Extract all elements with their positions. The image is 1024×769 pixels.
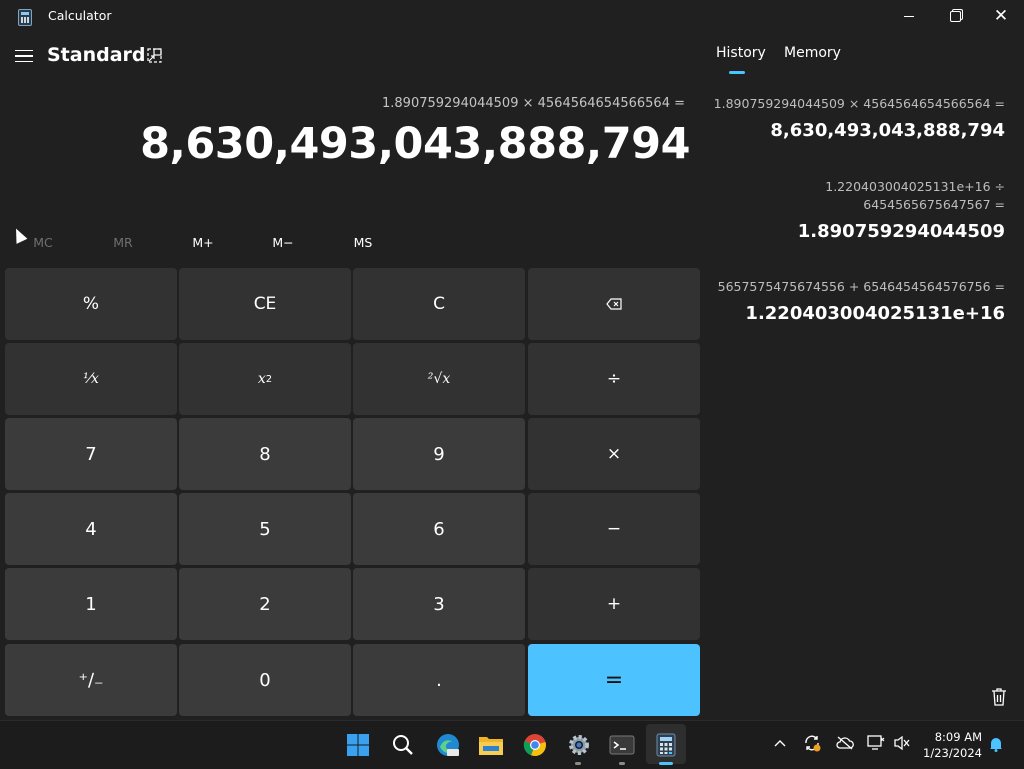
digit-4-button[interactable]: 4 (5, 493, 177, 565)
volume-muted-icon[interactable] (893, 735, 911, 755)
divide-button[interactable]: ÷ (528, 343, 700, 415)
tab-memory[interactable]: Memory (784, 45, 841, 61)
title-bar: Calculator ✕ (0, 0, 1024, 34)
running-indicator-settings (575, 762, 581, 765)
decimal-button[interactable]: . (353, 644, 525, 716)
clear-button[interactable]: C (353, 268, 525, 340)
backspace-icon (606, 298, 622, 310)
window-title: Calculator (48, 8, 112, 23)
memory-store-button[interactable]: MS (323, 232, 403, 254)
file-explorer-icon[interactable] (478, 732, 504, 758)
digit-1-button[interactable]: 1 (5, 568, 177, 640)
windows-start-icon[interactable] (345, 732, 371, 758)
history-item-1-expression[interactable]: 1.890759294044509 × 4564564654566564 = (714, 96, 1005, 111)
plus-button[interactable]: + (528, 568, 700, 640)
navigation-menu-button[interactable] (15, 48, 33, 64)
result-display: 8,630,493,043,888,794 (140, 119, 690, 169)
reciprocal-label: ⅟x (83, 371, 99, 387)
backspace-button[interactable] (528, 268, 700, 340)
digit-0-button[interactable]: 0 (179, 644, 351, 716)
calculator-mode-title: Standard (47, 44, 146, 66)
history-item-3-expression[interactable]: 5657575475674556 + 6546454564576756 = (718, 279, 1005, 294)
notification-bell-icon[interactable] (988, 736, 1004, 756)
digit-9-button[interactable]: 9 (353, 418, 525, 490)
sync-icon[interactable] (803, 734, 821, 756)
equals-button[interactable]: = (528, 644, 700, 716)
square-button[interactable]: x2 (179, 343, 351, 415)
clear-history-trash-icon[interactable] (990, 687, 1008, 707)
expression-display: 1.890759294044509 × 4564564654566564 = (382, 96, 685, 111)
reciprocal-button[interactable]: ⅟x (5, 343, 177, 415)
digit-5-button[interactable]: 5 (179, 493, 351, 565)
digit-2-button[interactable]: 2 (179, 568, 351, 640)
keep-on-top-icon[interactable] (147, 48, 162, 63)
maximize-button[interactable] (932, 0, 978, 32)
digit-3-button[interactable]: 3 (353, 568, 525, 640)
digit-6-button[interactable]: 6 (353, 493, 525, 565)
history-item-2-expression-line2[interactable]: 6454565675647567 = (863, 197, 1005, 212)
chrome-icon[interactable] (522, 732, 548, 758)
calculator-app-icon (18, 9, 32, 26)
clear-entry-button[interactable]: CE (179, 268, 351, 340)
square-label: x (257, 371, 266, 387)
show-hidden-icons-chevron-icon[interactable] (774, 735, 786, 751)
settings-icon[interactable] (566, 732, 592, 758)
calculator-icon[interactable] (653, 732, 679, 758)
clock-date: 1/23/2024 (923, 746, 982, 760)
minus-button[interactable]: − (528, 493, 700, 565)
minimize-button[interactable] (886, 0, 932, 32)
tab-history[interactable]: History (716, 45, 766, 61)
taskbar: 8:09 AM 1/23/2024 (0, 720, 1024, 769)
square-superscript: 2 (265, 373, 273, 385)
running-indicator-calculator (659, 762, 673, 765)
square-root-label: ²√x (427, 371, 451, 387)
history-item-1-result[interactable]: 8,630,493,043,888,794 (770, 120, 1005, 141)
search-icon[interactable] (390, 732, 416, 758)
percent-button[interactable]: % (5, 268, 177, 340)
terminal-icon[interactable] (609, 732, 635, 758)
memory-recall-button[interactable]: MR (83, 232, 163, 254)
system-clock[interactable]: 8:09 AM 1/23/2024 (923, 729, 982, 761)
memory-subtract-button[interactable]: M− (243, 232, 323, 254)
network-icon[interactable] (867, 735, 885, 755)
clock-time: 8:09 AM (934, 730, 982, 744)
square-root-button[interactable]: ²√x (353, 343, 525, 415)
digit-8-button[interactable]: 8 (179, 418, 351, 490)
close-button[interactable]: ✕ (978, 0, 1024, 32)
history-item-2-result[interactable]: 1.890759294044509 (798, 221, 1005, 242)
history-item-2-expression[interactable]: 1.220403004025131e+16 ÷ (825, 179, 1005, 194)
edge-browser-icon[interactable] (435, 732, 461, 758)
multiply-button[interactable]: × (528, 418, 700, 490)
history-item-3-result[interactable]: 1.220403004025131e+16 (745, 303, 1005, 324)
memory-add-button[interactable]: M+ (163, 232, 243, 254)
onedrive-cloud-icon[interactable] (836, 736, 854, 754)
negate-button[interactable]: ⁺∕₋ (5, 644, 177, 716)
active-tab-indicator (729, 71, 745, 74)
running-indicator-terminal (619, 762, 625, 765)
digit-7-button[interactable]: 7 (5, 418, 177, 490)
